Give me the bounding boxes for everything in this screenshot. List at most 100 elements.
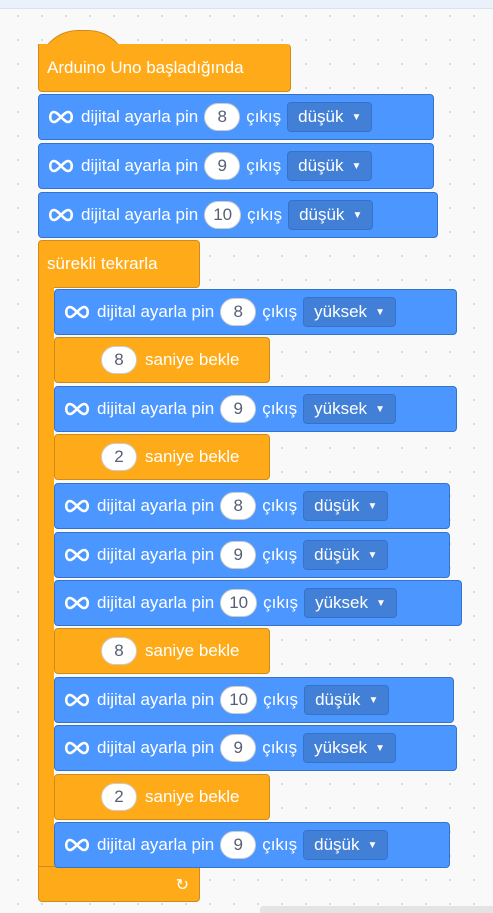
block-label: dijital ayarla pin	[97, 545, 215, 564]
seconds-input[interactable]: 8	[101, 637, 137, 665]
setup-block-2[interactable]: dijital ayarla pin 9 çıkış düşük ▼	[38, 143, 434, 189]
wait-label: saniye bekle	[145, 350, 240, 369]
loop-arrow-icon: ↻	[175, 877, 189, 894]
wait-block-2[interactable]: 2 saniye bekle	[54, 434, 270, 480]
output-label: çıkış	[262, 835, 298, 854]
infinity-icon	[63, 401, 91, 417]
forever-foot: ↻	[38, 866, 200, 902]
state-value: yüksek	[314, 399, 368, 418]
block-label: dijital ayarla pin	[97, 593, 215, 612]
output-label: çıkış	[263, 690, 299, 709]
output-label: çıkış	[262, 496, 298, 515]
pin-input[interactable]: 9	[220, 395, 257, 423]
seconds-input[interactable]: 2	[101, 783, 137, 811]
caret-down-icon: ▼	[367, 549, 378, 561]
state-value: yüksek	[315, 593, 368, 612]
caret-down-icon: ▼	[375, 403, 385, 415]
setup-block-3[interactable]: dijital ayarla pin 10 çıkış düşük ▼	[38, 192, 438, 238]
output-label: çıkış	[262, 738, 298, 757]
output-label: çıkış	[263, 593, 299, 612]
pin-input[interactable]: 9	[220, 734, 257, 762]
output-label: çıkış	[262, 302, 298, 321]
loop-pin-block-7[interactable]: dijital ayarla pin 9 çıkış yüksek ▼	[54, 725, 457, 771]
block-label: dijital ayarla pin	[97, 399, 215, 418]
infinity-icon	[63, 595, 91, 611]
caret-down-icon: ▼	[351, 160, 362, 172]
state-value: düşük	[314, 496, 360, 515]
caret-down-icon: ▼	[367, 839, 378, 851]
infinity-icon	[63, 498, 91, 514]
forever-block[interactable]: sürekli tekrarla	[38, 240, 200, 288]
pin-input[interactable]: 8	[220, 298, 257, 326]
loop-pin-block-5[interactable]: dijital ayarla pin 10 çıkış yüksek ▼	[54, 580, 462, 626]
caret-down-icon: ▼	[352, 209, 363, 221]
top-bar	[0, 0, 493, 9]
block-label: dijital ayarla pin	[97, 302, 215, 321]
state-value: düşük	[314, 545, 360, 564]
hat-block[interactable]: Arduino Uno başladığında	[38, 44, 291, 92]
block-label: dijital ayarla pin	[97, 835, 215, 854]
state-dropdown[interactable]: düşük ▼	[288, 200, 374, 230]
state-value: düşük	[299, 205, 345, 224]
loop-pin-block-2[interactable]: dijital ayarla pin 9 çıkış yüksek ▼	[54, 386, 457, 432]
infinity-icon	[63, 740, 91, 756]
state-value: düşük	[315, 690, 361, 709]
pin-input[interactable]: 8	[220, 492, 257, 520]
state-dropdown[interactable]: düşük ▼	[287, 151, 373, 181]
infinity-icon	[63, 837, 91, 853]
state-dropdown[interactable]: yüksek ▼	[304, 588, 397, 618]
wait-block-3[interactable]: 8 saniye bekle	[54, 628, 270, 674]
state-value: yüksek	[314, 738, 368, 757]
pin-input[interactable]: 10	[220, 589, 258, 617]
pin-input[interactable]: 10	[220, 686, 258, 714]
state-dropdown[interactable]: yüksek ▼	[303, 297, 396, 327]
output-label: çıkış	[262, 399, 298, 418]
infinity-icon	[47, 158, 75, 174]
output-label: çıkış	[246, 107, 282, 126]
infinity-icon	[63, 304, 91, 320]
caret-down-icon: ▼	[351, 111, 362, 123]
state-value: yüksek	[314, 302, 368, 321]
pin-input[interactable]: 10	[204, 201, 242, 229]
infinity-icon	[63, 547, 91, 563]
forever-label: sürekli tekrarla	[47, 254, 158, 273]
state-dropdown[interactable]: yüksek ▼	[303, 394, 396, 424]
loop-pin-block-1[interactable]: dijital ayarla pin 8 çıkış yüksek ▼	[54, 289, 457, 335]
infinity-icon	[47, 207, 75, 223]
block-label: dijital ayarla pin	[97, 496, 215, 515]
horizontal-scrollbar[interactable]	[260, 906, 493, 913]
wait-label: saniye bekle	[145, 447, 240, 466]
block-label: dijital ayarla pin	[97, 690, 215, 709]
state-dropdown[interactable]: düşük ▼	[287, 102, 373, 132]
seconds-input[interactable]: 8	[101, 346, 137, 374]
state-dropdown[interactable]: düşük ▼	[304, 685, 390, 715]
loop-pin-block-8[interactable]: dijital ayarla pin 9 çıkış düşük ▼	[54, 822, 450, 868]
state-dropdown[interactable]: yüksek ▼	[303, 733, 396, 763]
caret-down-icon: ▼	[375, 742, 385, 754]
block-label: dijital ayarla pin	[97, 738, 215, 757]
seconds-input[interactable]: 2	[101, 443, 137, 471]
block-label: dijital ayarla pin	[81, 107, 199, 126]
state-dropdown[interactable]: düşük ▼	[303, 540, 389, 570]
state-dropdown[interactable]: düşük ▼	[303, 830, 389, 860]
caret-down-icon: ▼	[375, 306, 385, 318]
state-value: düşük	[314, 835, 360, 854]
output-label: çıkış	[262, 545, 298, 564]
block-label: dijital ayarla pin	[81, 156, 199, 175]
wait-label: saniye bekle	[145, 787, 240, 806]
infinity-icon	[63, 692, 91, 708]
wait-block-4[interactable]: 2 saniye bekle	[54, 774, 270, 820]
state-value: düşük	[298, 107, 344, 126]
pin-input[interactable]: 8	[204, 103, 241, 131]
pin-input[interactable]: 9	[220, 541, 257, 569]
block-label: dijital ayarla pin	[81, 205, 199, 224]
setup-block-1[interactable]: dijital ayarla pin 8 çıkış düşük ▼	[38, 94, 434, 140]
state-dropdown[interactable]: düşük ▼	[303, 491, 389, 521]
wait-block-1[interactable]: 8 saniye bekle	[54, 337, 270, 383]
loop-pin-block-6[interactable]: dijital ayarla pin 10 çıkış düşük ▼	[54, 677, 454, 723]
forever-arm	[38, 286, 54, 868]
loop-pin-block-4[interactable]: dijital ayarla pin 9 çıkış düşük ▼	[54, 532, 450, 578]
loop-pin-block-3[interactable]: dijital ayarla pin 8 çıkış düşük ▼	[54, 483, 450, 529]
pin-input[interactable]: 9	[220, 831, 257, 859]
pin-input[interactable]: 9	[204, 152, 241, 180]
